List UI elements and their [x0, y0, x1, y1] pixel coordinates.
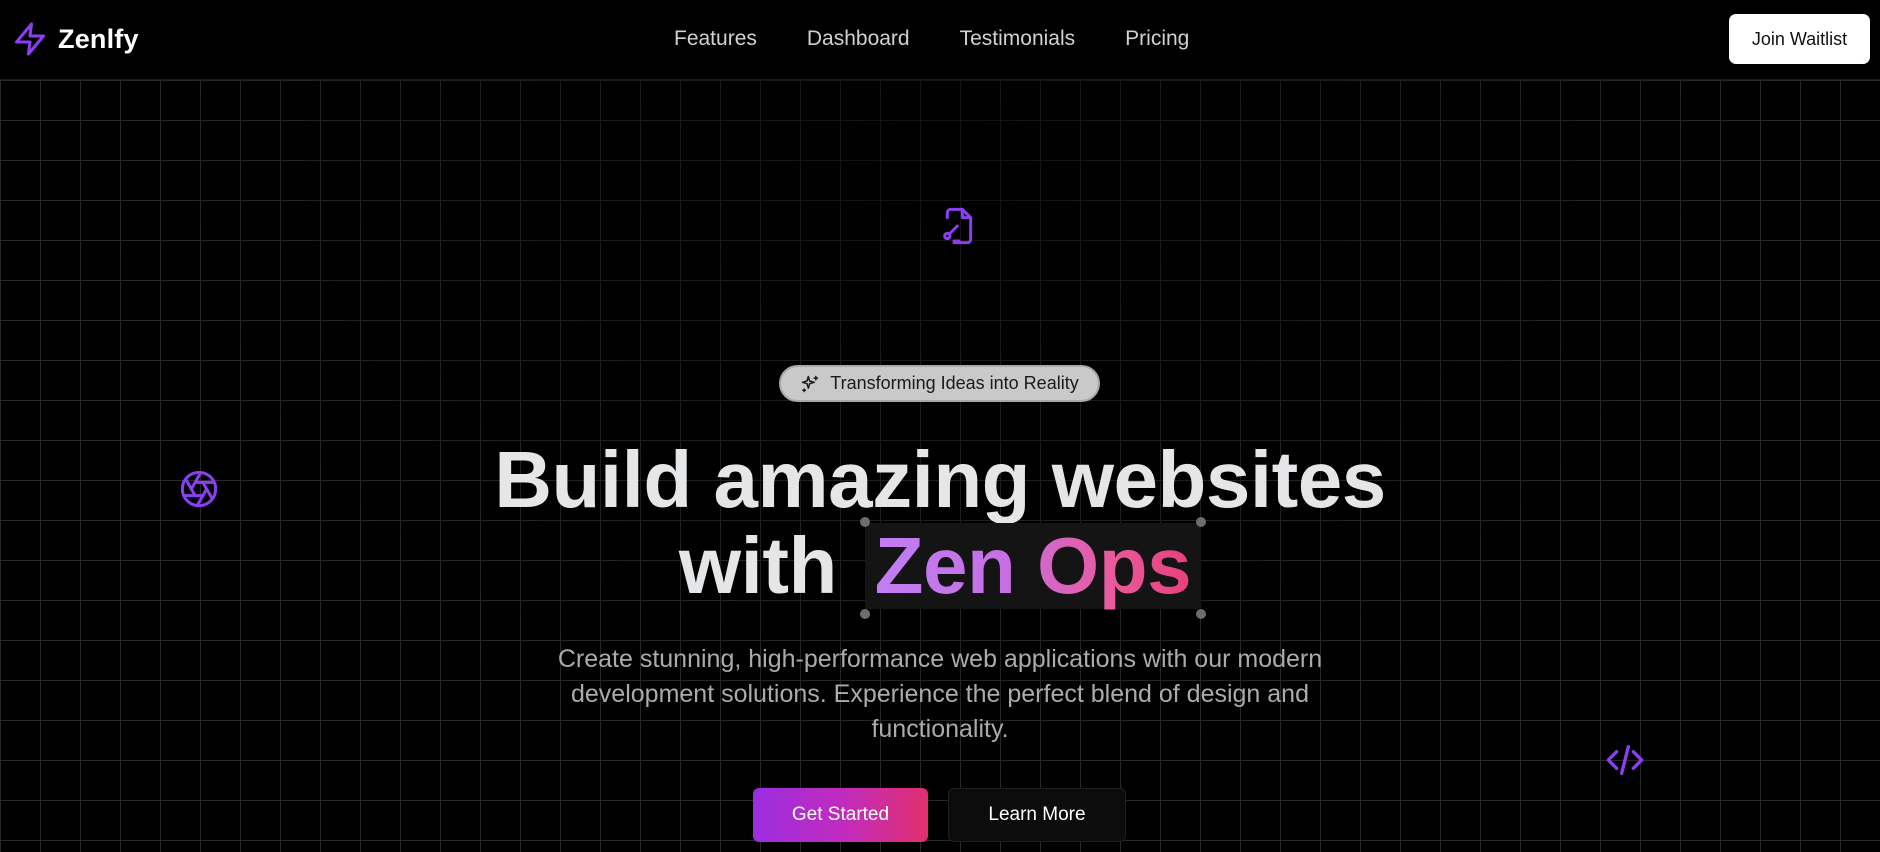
main-nav: Features Dashboard Testimonials Pricing: [674, 26, 1189, 52]
site-header: Zenlfy Features Dashboard Testimonials P…: [0, 0, 1880, 80]
resize-handle-bottom-left: [859, 609, 870, 619]
resize-handle-top-right: [1196, 517, 1207, 527]
hero-badge: Transforming Ideas into Reality: [779, 365, 1100, 402]
learn-more-button[interactable]: Learn More: [948, 788, 1126, 842]
headline-line-1: Build amazing websites: [494, 435, 1386, 524]
headline-prefix: with: [678, 521, 837, 610]
headline-line-2: with Zen Ops: [678, 517, 1207, 619]
lightning-bolt-icon: [12, 20, 48, 58]
hero-headline: Build amazing websites with Zen Ops: [0, 435, 1880, 619]
nav-item-features[interactable]: Features: [674, 26, 757, 52]
nav-item-pricing[interactable]: Pricing: [1125, 26, 1189, 52]
brand-name: Zenlfy: [58, 23, 139, 54]
landing-page: Zenlfy Features Dashboard Testimonials P…: [0, 0, 1880, 852]
brand-logo-link[interactable]: Zenlfy: [12, 20, 139, 58]
get-started-button[interactable]: Get Started: [753, 788, 928, 842]
file-signature-icon: [939, 205, 979, 247]
resize-handle-top-left: [859, 517, 870, 527]
sparkles-icon: [800, 374, 820, 394]
badge-text: Transforming Ideas into Reality: [830, 373, 1079, 393]
hero-subtext: Create stunning, high-performance web ap…: [557, 645, 1323, 743]
nav-item-dashboard[interactable]: Dashboard: [807, 26, 910, 52]
join-waitlist-button[interactable]: Join Waitlist: [1729, 14, 1870, 64]
headline-highlight-text: Zen Ops: [874, 521, 1192, 610]
nav-item-testimonials[interactable]: Testimonials: [960, 26, 1076, 52]
code-icon: [1605, 743, 1645, 777]
headline-highlight-box: Zen Ops: [859, 517, 1207, 619]
